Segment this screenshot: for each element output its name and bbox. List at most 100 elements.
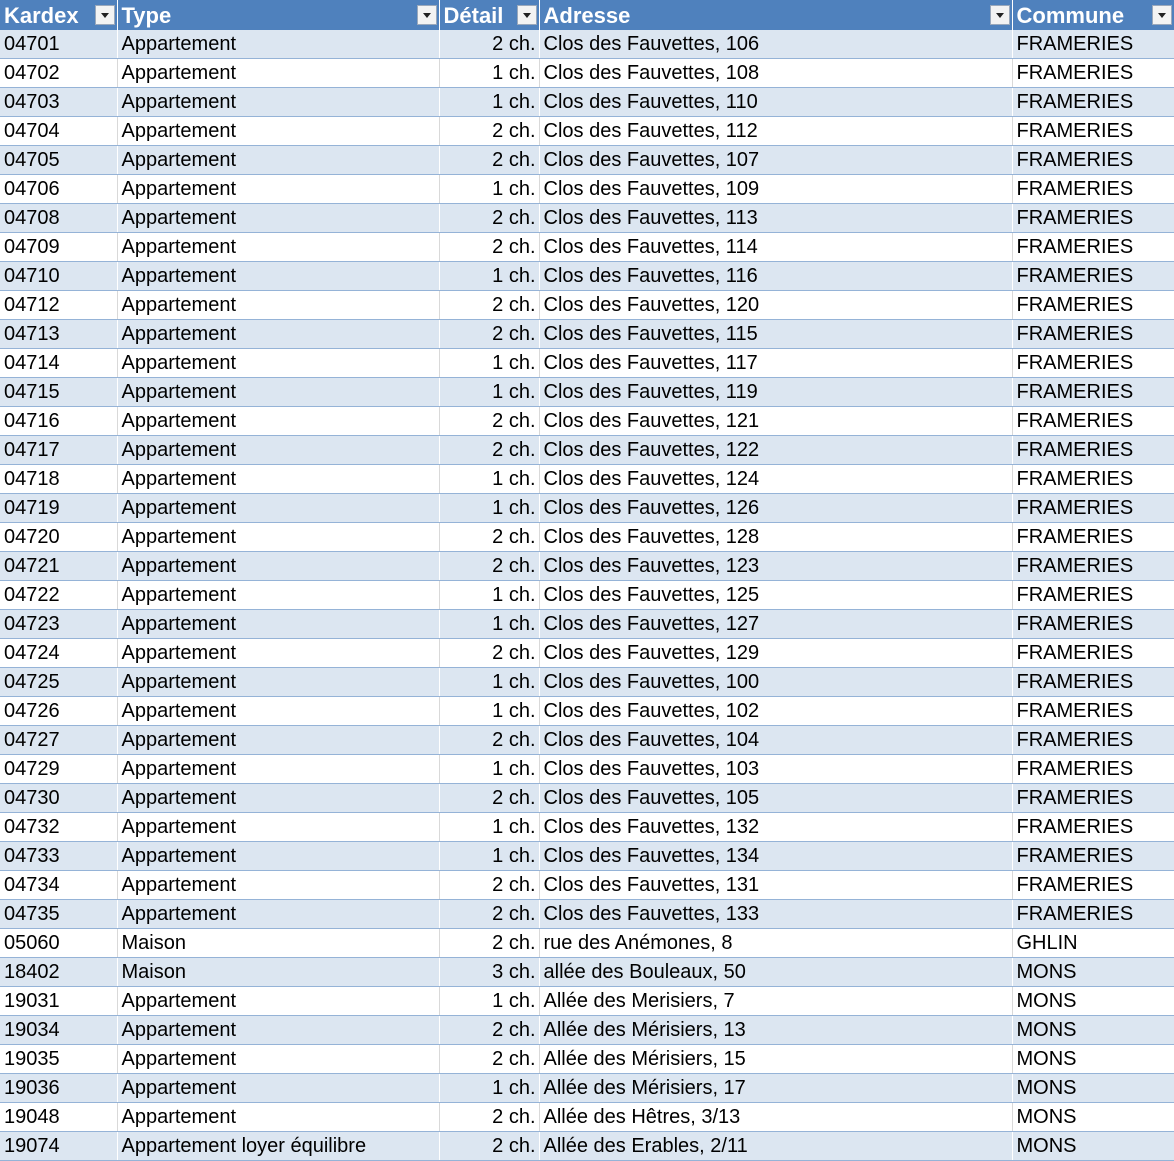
- cell-detail[interactable]: 2 ch.: [439, 203, 540, 233]
- cell-kardex[interactable]: 05060: [0, 928, 118, 958]
- cell-kardex[interactable]: 04727: [0, 725, 118, 755]
- cell-kardex[interactable]: 04702: [0, 58, 118, 88]
- cell-kardex[interactable]: 04724: [0, 638, 118, 668]
- cell-detail[interactable]: 2 ch.: [439, 1015, 540, 1045]
- cell-type[interactable]: Appartement: [117, 232, 440, 262]
- cell-kardex[interactable]: 19074: [0, 1131, 118, 1161]
- cell-type[interactable]: Appartement: [117, 203, 440, 233]
- cell-detail[interactable]: 1 ch.: [439, 464, 540, 494]
- cell-adresse[interactable]: Clos des Fauvettes, 110: [539, 87, 1013, 117]
- cell-kardex[interactable]: 04721: [0, 551, 118, 581]
- cell-adresse[interactable]: allée des Bouleaux, 50: [539, 957, 1013, 987]
- cell-type[interactable]: Appartement loyer équilibre: [117, 1131, 440, 1161]
- cell-type[interactable]: Appartement: [117, 1073, 440, 1103]
- cell-adresse[interactable]: rue des Anémones, 8: [539, 928, 1013, 958]
- cell-detail[interactable]: 2 ch.: [439, 899, 540, 929]
- cell-type[interactable]: Appartement: [117, 493, 440, 523]
- cell-adresse[interactable]: Clos des Fauvettes, 108: [539, 58, 1013, 88]
- cell-commune[interactable]: FRAMERIES: [1012, 638, 1174, 668]
- header-kardex[interactable]: Kardex: [0, 0, 118, 30]
- cell-adresse[interactable]: Clos des Fauvettes, 131: [539, 870, 1013, 900]
- cell-type[interactable]: Appartement: [117, 754, 440, 784]
- cell-detail[interactable]: 1 ch.: [439, 58, 540, 88]
- cell-commune[interactable]: FRAMERIES: [1012, 464, 1174, 494]
- cell-type[interactable]: Appartement: [117, 783, 440, 813]
- cell-commune[interactable]: FRAMERIES: [1012, 493, 1174, 523]
- cell-adresse[interactable]: Allée des Erables, 2/11: [539, 1131, 1013, 1161]
- cell-commune[interactable]: FRAMERIES: [1012, 812, 1174, 842]
- cell-type[interactable]: Appartement: [117, 580, 440, 610]
- cell-commune[interactable]: FRAMERIES: [1012, 116, 1174, 146]
- cell-detail[interactable]: 2 ch.: [439, 232, 540, 262]
- cell-adresse[interactable]: Allée des Mérisiers, 17: [539, 1073, 1013, 1103]
- cell-type[interactable]: Maison: [117, 957, 440, 987]
- cell-commune[interactable]: FRAMERIES: [1012, 783, 1174, 813]
- cell-detail[interactable]: 2 ch.: [439, 638, 540, 668]
- cell-kardex[interactable]: 04706: [0, 174, 118, 204]
- cell-detail[interactable]: 1 ch.: [439, 609, 540, 639]
- cell-detail[interactable]: 2 ch.: [439, 290, 540, 320]
- cell-commune[interactable]: FRAMERIES: [1012, 145, 1174, 175]
- header-commune[interactable]: Commune: [1012, 0, 1174, 30]
- cell-detail[interactable]: 2 ch.: [439, 406, 540, 436]
- cell-commune[interactable]: MONS: [1012, 1015, 1174, 1045]
- cell-kardex[interactable]: 04735: [0, 899, 118, 929]
- cell-commune[interactable]: MONS: [1012, 1102, 1174, 1132]
- cell-detail[interactable]: 1 ch.: [439, 174, 540, 204]
- cell-adresse[interactable]: Clos des Fauvettes, 109: [539, 174, 1013, 204]
- cell-adresse[interactable]: Clos des Fauvettes, 127: [539, 609, 1013, 639]
- cell-kardex[interactable]: 04726: [0, 696, 118, 726]
- cell-adresse[interactable]: Clos des Fauvettes, 124: [539, 464, 1013, 494]
- cell-commune[interactable]: FRAMERIES: [1012, 58, 1174, 88]
- cell-kardex[interactable]: 04720: [0, 522, 118, 552]
- cell-detail[interactable]: 1 ch.: [439, 1073, 540, 1103]
- cell-type[interactable]: Appartement: [117, 174, 440, 204]
- cell-commune[interactable]: FRAMERIES: [1012, 203, 1174, 233]
- cell-adresse[interactable]: Clos des Fauvettes, 113: [539, 203, 1013, 233]
- cell-type[interactable]: Appartement: [117, 290, 440, 320]
- cell-commune[interactable]: FRAMERIES: [1012, 725, 1174, 755]
- cell-adresse[interactable]: Clos des Fauvettes, 123: [539, 551, 1013, 581]
- cell-adresse[interactable]: Clos des Fauvettes, 132: [539, 812, 1013, 842]
- cell-commune[interactable]: MONS: [1012, 986, 1174, 1016]
- cell-adresse[interactable]: Clos des Fauvettes, 128: [539, 522, 1013, 552]
- cell-kardex[interactable]: 19048: [0, 1102, 118, 1132]
- cell-commune[interactable]: FRAMERIES: [1012, 406, 1174, 436]
- cell-kardex[interactable]: 04712: [0, 290, 118, 320]
- cell-commune[interactable]: FRAMERIES: [1012, 754, 1174, 784]
- cell-commune[interactable]: FRAMERIES: [1012, 261, 1174, 291]
- cell-adresse[interactable]: Clos des Fauvettes, 100: [539, 667, 1013, 697]
- cell-commune[interactable]: MONS: [1012, 957, 1174, 987]
- cell-adresse[interactable]: Clos des Fauvettes, 129: [539, 638, 1013, 668]
- cell-commune[interactable]: MONS: [1012, 1044, 1174, 1074]
- cell-kardex[interactable]: 04716: [0, 406, 118, 436]
- cell-type[interactable]: Appartement: [117, 1044, 440, 1074]
- cell-adresse[interactable]: Clos des Fauvettes, 126: [539, 493, 1013, 523]
- cell-kardex[interactable]: 04704: [0, 116, 118, 146]
- cell-type[interactable]: Appartement: [117, 30, 440, 59]
- cell-adresse[interactable]: Clos des Fauvettes, 107: [539, 145, 1013, 175]
- cell-type[interactable]: Appartement: [117, 638, 440, 668]
- cell-detail[interactable]: 1 ch.: [439, 377, 540, 407]
- cell-type[interactable]: Appartement: [117, 841, 440, 871]
- header-type[interactable]: Type: [117, 0, 440, 30]
- dropdown-filter-icon[interactable]: [416, 5, 437, 25]
- cell-commune[interactable]: FRAMERIES: [1012, 30, 1174, 59]
- cell-commune[interactable]: FRAMERIES: [1012, 232, 1174, 262]
- cell-kardex[interactable]: 04722: [0, 580, 118, 610]
- cell-kardex[interactable]: 19031: [0, 986, 118, 1016]
- cell-adresse[interactable]: Clos des Fauvettes, 106: [539, 30, 1013, 59]
- cell-type[interactable]: Appartement: [117, 58, 440, 88]
- dropdown-filter-icon[interactable]: [94, 5, 115, 25]
- cell-detail[interactable]: 1 ch.: [439, 754, 540, 784]
- cell-type[interactable]: Appartement: [117, 1102, 440, 1132]
- cell-kardex[interactable]: 04718: [0, 464, 118, 494]
- cell-detail[interactable]: 2 ch.: [439, 435, 540, 465]
- cell-type[interactable]: Appartement: [117, 696, 440, 726]
- cell-type[interactable]: Appartement: [117, 986, 440, 1016]
- cell-adresse[interactable]: Clos des Fauvettes, 112: [539, 116, 1013, 146]
- cell-adresse[interactable]: Clos des Fauvettes, 134: [539, 841, 1013, 871]
- cell-detail[interactable]: 2 ch.: [439, 870, 540, 900]
- cell-adresse[interactable]: Clos des Fauvettes, 114: [539, 232, 1013, 262]
- cell-kardex[interactable]: 04701: [0, 30, 118, 59]
